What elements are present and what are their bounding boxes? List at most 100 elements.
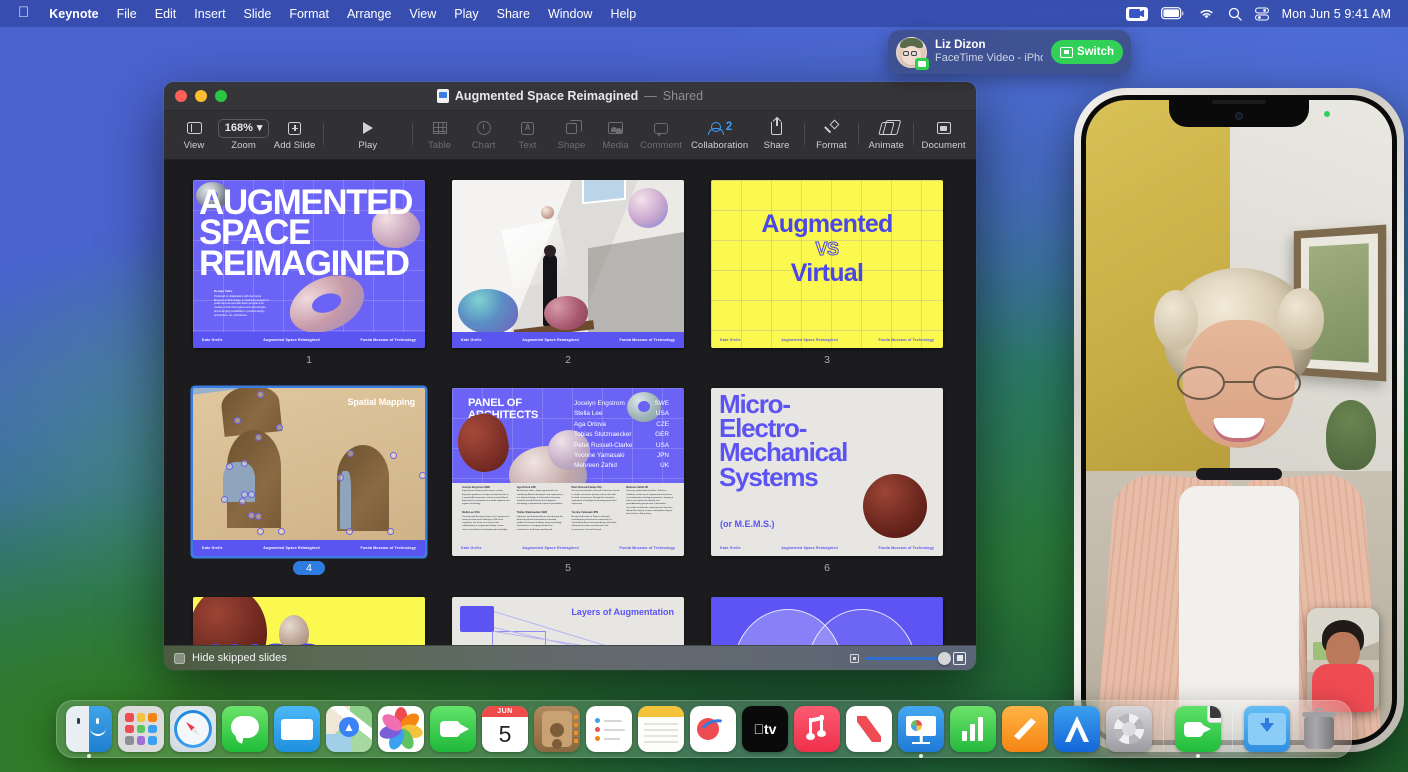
keynote-toolbar[interactable]: View 168%▾ Zoom Add Slide Play Table Cha…: [164, 111, 976, 160]
dock-item-apple-tv[interactable]: tv: [742, 706, 788, 752]
table-button[interactable]: Table: [418, 118, 462, 151]
dock-item-pages[interactable]: [1002, 706, 1048, 752]
slide-cell[interactable]: PANEL OF ARCHITECTS Jocelyn EngstromSWE …: [452, 388, 684, 575]
control-center-icon[interactable]: [1255, 7, 1269, 21]
slide-cell[interactable]: AUGO: [193, 597, 425, 645]
slide-thumbnail-4[interactable]: Spatial Mapping: [193, 388, 425, 556]
play-button[interactable]: Play: [329, 118, 407, 151]
collaboration-button[interactable]: 2 Collaboration: [685, 118, 755, 151]
play-icon: [363, 122, 373, 134]
menu-slide[interactable]: Slide: [235, 5, 281, 23]
slide-thumbnail-7[interactable]: AUGO: [193, 597, 425, 645]
slide-cell[interactable]: Augmented VS Virtual Kate Grelle Augment…: [711, 180, 943, 366]
menu-edit[interactable]: Edit: [146, 5, 186, 23]
facetime-notification-banner[interactable]: Liz Dizon FaceTime Video - iPhone› Switc…: [888, 30, 1131, 74]
dock-item-iphone-mirroring[interactable]: [1175, 706, 1221, 752]
iphone-mirroring-window[interactable]: [1074, 88, 1404, 752]
keynote-window[interactable]: Augmented Space Reimagined — Shared View…: [164, 82, 976, 670]
format-button[interactable]: Format: [809, 118, 853, 151]
slide-number: 6: [711, 562, 943, 574]
dock-item-calendar[interactable]: JUN 5: [482, 706, 528, 752]
slide-cell[interactable]: AUGMENTED SPACE REIMAGINED Design Talks …: [193, 180, 425, 366]
dock-item-reminders[interactable]: [586, 706, 632, 752]
dock-item-safari[interactable]: [170, 706, 216, 752]
wifi-icon[interactable]: [1198, 7, 1215, 20]
slide-thumbnail-1[interactable]: AUGMENTED SPACE REIMAGINED Design Talks …: [193, 180, 425, 348]
dock-item-facetime[interactable]: [430, 706, 476, 752]
calendar-month: JUN: [482, 706, 528, 717]
maximize-button[interactable]: [215, 90, 227, 102]
menu-window[interactable]: Window: [539, 5, 601, 23]
close-button[interactable]: [175, 90, 187, 102]
battery-icon[interactable]: [1161, 7, 1185, 20]
slide-thumbnail-8[interactable]: Layers of Augmentation: [452, 597, 684, 645]
window-title-bar[interactable]: Augmented Space Reimagined — Shared: [164, 82, 976, 111]
small-thumbnails-icon[interactable]: [850, 654, 859, 663]
minimize-button[interactable]: [195, 90, 207, 102]
shape-button[interactable]: Shape: [550, 118, 594, 151]
slide-thumbnail-6[interactable]: Micro- Electro- Mechanical Systems (or M…: [711, 388, 943, 556]
search-icon[interactable]: [1228, 7, 1242, 21]
menu-insert[interactable]: Insert: [185, 5, 234, 23]
screen-mirroring-icon[interactable]: [1126, 7, 1148, 21]
dock-item-keynote[interactable]: [898, 706, 944, 752]
comment-button[interactable]: Comment: [638, 118, 685, 151]
animate-button[interactable]: Animate: [864, 118, 908, 151]
dock-item-photos[interactable]: [378, 706, 424, 752]
menu-format[interactable]: Format: [280, 5, 338, 23]
menu-help[interactable]: Help: [601, 5, 645, 23]
dock-item-numbers[interactable]: [950, 706, 996, 752]
iphone-screen[interactable]: [1086, 100, 1392, 740]
zoom-control[interactable]: 168%▾ Zoom: [216, 118, 271, 151]
dock-item-launchpad[interactable]: [118, 706, 164, 752]
document-button[interactable]: Document: [919, 118, 968, 151]
dock-item-music[interactable]: [794, 706, 840, 752]
menu-keynote[interactable]: Keynote: [40, 5, 107, 23]
dock-item-system-settings[interactable]: [1106, 706, 1152, 752]
slide-thumbnail-9[interactable]: PHYSICAL AUGMENTED VIRTUAL: [711, 597, 943, 645]
menu-file[interactable]: File: [108, 5, 146, 23]
large-thumbnails-icon[interactable]: [953, 652, 966, 665]
slide-cell[interactable]: Layers of Augmentation: [452, 597, 684, 645]
add-slide-button[interactable]: Add Slide: [271, 118, 318, 151]
dock-item-freeform[interactable]: [690, 706, 736, 752]
menu-bar-clock[interactable]: Mon Jun 5 9:41 AM: [1282, 7, 1391, 21]
dock-item-contacts[interactable]: [534, 706, 580, 752]
slide-cell[interactable]: Kate Grelle Augmented Space Reimagined F…: [452, 180, 684, 366]
menu-play[interactable]: Play: [445, 5, 487, 23]
slide-cell[interactable]: Spatial Mapping: [193, 388, 425, 575]
menu-arrange[interactable]: Arrange: [338, 5, 400, 23]
dock[interactable]: ▲ JUN 5 tv: [56, 700, 1352, 758]
dock-item-mail[interactable]: [274, 706, 320, 752]
dock-item-downloads[interactable]: [1244, 706, 1290, 752]
text-button[interactable]: A Text: [506, 118, 550, 151]
view-button[interactable]: View: [172, 118, 216, 151]
window-controls[interactable]: [164, 90, 227, 102]
media-button[interactable]: Media: [594, 118, 638, 151]
dock-item-news[interactable]: [846, 706, 892, 752]
thumbnail-size-slider[interactable]: [850, 652, 966, 665]
chart-button[interactable]: Chart: [462, 118, 506, 151]
switch-button[interactable]: Switch: [1051, 40, 1123, 64]
slide-cell[interactable]: Micro- Electro- Mechanical Systems (or M…: [711, 388, 943, 575]
slide-thumbnail-3[interactable]: Augmented VS Virtual Kate Grelle Augment…: [711, 180, 943, 348]
dock-item-maps[interactable]: ▲: [326, 706, 372, 752]
slider-track[interactable]: [865, 657, 947, 660]
dock-item-messages[interactable]: [222, 706, 268, 752]
share-button[interactable]: Share: [755, 118, 799, 151]
dock-item-trash[interactable]: [1296, 706, 1342, 752]
hide-skipped-slides-checkbox[interactable]: [174, 653, 185, 664]
keynote-status-bar[interactable]: Hide skipped slides: [164, 645, 976, 670]
dock-item-notes[interactable]: [638, 706, 684, 752]
slide-navigator[interactable]: AUGMENTED SPACE REIMAGINED Design Talks …: [164, 160, 976, 645]
dock-item-finder[interactable]: [66, 706, 112, 752]
apple-menu-icon[interactable]: : [9, 4, 40, 24]
menu-share[interactable]: Share: [488, 5, 539, 23]
slider-knob[interactable]: [938, 652, 951, 665]
dock-item-app-store[interactable]: [1054, 706, 1100, 752]
slide-thumbnail-2[interactable]: Kate Grelle Augmented Space Reimagined F…: [452, 180, 684, 348]
slide-thumbnail-5[interactable]: PANEL OF ARCHITECTS Jocelyn EngstromSWE …: [452, 388, 684, 556]
slide-cell[interactable]: PHYSICAL AUGMENTED VIRTUAL: [711, 597, 943, 645]
menu-view[interactable]: View: [400, 5, 445, 23]
self-view-pip[interactable]: [1307, 608, 1379, 712]
